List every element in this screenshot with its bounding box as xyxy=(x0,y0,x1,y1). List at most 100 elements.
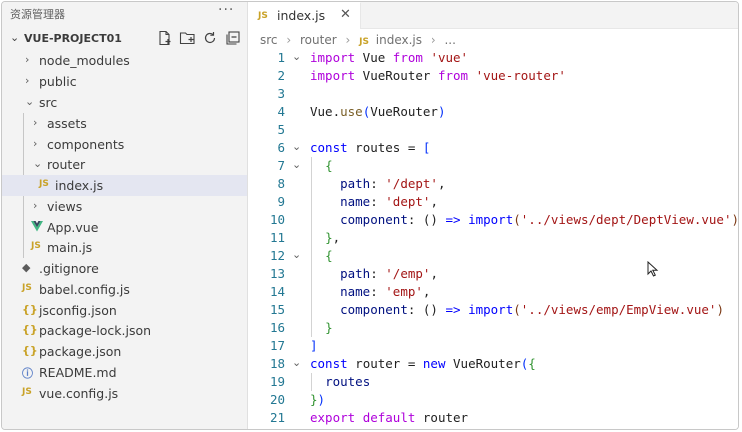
tree-folder-components[interactable]: › components xyxy=(2,134,247,155)
line-number: 5 xyxy=(277,122,285,137)
line-content: const router = new VueRouter({ xyxy=(310,356,536,371)
js-file-icon: JS xyxy=(31,241,41,251)
tree-file-vue-config-js[interactable]: JS vue.config.js xyxy=(2,383,247,404)
line-number: 17 xyxy=(269,338,285,353)
breadcrumb-router[interactable]: router xyxy=(300,33,337,47)
tree-item-label: package-lock.json xyxy=(39,323,152,338)
line-number: 10 xyxy=(269,212,285,227)
code-line: 3 xyxy=(248,85,738,103)
chevron-down-icon: ⌄ xyxy=(25,95,35,108)
tree-file-jsconfig-json[interactable]: {} jsconfig.json xyxy=(2,300,247,321)
line-number: 13 xyxy=(269,266,285,281)
fold-chevron-icon[interactable]: ⌄ xyxy=(292,356,301,369)
line-number: 12 xyxy=(269,248,285,263)
project-name: VUE-PROJECT01 xyxy=(24,32,122,45)
close-icon[interactable]: ✕ xyxy=(340,7,351,22)
tree-item-label: jsconfig.json xyxy=(39,303,117,318)
fold-chevron-icon[interactable]: ⌄ xyxy=(292,158,301,171)
chevron-right-icon: › xyxy=(33,199,38,212)
line-content: ] xyxy=(310,338,318,353)
code-line: 21 export default router xyxy=(248,409,738,427)
line-number: 15 xyxy=(269,302,285,317)
line-number: 9 xyxy=(277,194,285,209)
collapse-all-icon[interactable] xyxy=(225,30,241,46)
code-line: 12 ⌄ { xyxy=(248,247,738,265)
tree-item-label: src xyxy=(39,95,58,110)
code-line: 5 xyxy=(248,121,738,139)
tree-file-index-js[interactable]: JS index.js xyxy=(2,175,247,196)
chevron-down-icon[interactable]: ⌄ xyxy=(10,31,19,44)
tree-folder-src[interactable]: ⌄ src xyxy=(2,92,247,113)
explorer-sidebar: 资源管理器 ··· ⌄ VUE-PROJECT01 › node_modules… xyxy=(2,2,248,429)
code-line: 9 name: 'dept', xyxy=(248,193,738,211)
line-number: 8 xyxy=(277,176,285,191)
tree-item-label: main.js xyxy=(47,240,93,255)
tree-folder-views[interactable]: › views xyxy=(2,196,247,217)
line-content: { xyxy=(325,158,333,173)
breadcrumb-more[interactable]: ... xyxy=(444,33,455,47)
line-content: } xyxy=(325,320,333,335)
tree-file-babel-config-js[interactable]: JS babel.config.js xyxy=(2,279,247,300)
tree-folder-node-modules[interactable]: › node_modules xyxy=(2,50,247,71)
project-root-row[interactable]: ⌄ VUE-PROJECT01 xyxy=(2,28,247,50)
line-content: Vue.use(VueRouter) xyxy=(310,104,446,119)
vue-file-icon xyxy=(31,221,43,232)
tree-folder-assets[interactable]: › assets xyxy=(2,113,247,134)
tree-file-main-js[interactable]: JS main.js xyxy=(2,237,247,258)
mouse-cursor-icon xyxy=(647,261,659,277)
code-line: 8 path: '/dept', xyxy=(248,175,738,193)
chevron-right-icon: › xyxy=(430,33,436,47)
code-editor: JS index.js ✕ src › router › JS index.js… xyxy=(248,2,738,429)
tree-folder-router[interactable]: ⌄ router xyxy=(2,154,247,175)
tree-item-label: public xyxy=(39,74,77,89)
chevron-right-icon: › xyxy=(286,33,292,47)
code-line: 1 ⌄ import Vue from 'vue' xyxy=(248,49,738,67)
tree-file-readme-md[interactable]: ⓘ README.md xyxy=(2,362,247,383)
line-number: 18 xyxy=(269,356,285,371)
line-content: }) xyxy=(310,392,326,407)
code-line: 10 component: () => import('../views/dep… xyxy=(248,211,738,229)
refresh-icon[interactable] xyxy=(202,30,218,46)
line-content: const routes = [ xyxy=(310,140,431,155)
tree-file-gitignore[interactable]: ◆ .gitignore xyxy=(2,258,247,279)
tree-item-label: router xyxy=(47,157,86,172)
breadcrumb: src › router › JS index.js › ... xyxy=(260,33,456,49)
chevron-right-icon: › xyxy=(345,33,351,47)
tab-bar: JS index.js ✕ xyxy=(248,2,738,29)
tree-item-label: node_modules xyxy=(39,53,130,68)
breadcrumb-file[interactable]: index.js xyxy=(376,33,422,47)
code-line: 19 routes xyxy=(248,373,738,391)
line-content: path: '/emp', xyxy=(340,266,438,281)
tree-item-label: babel.config.js xyxy=(39,282,130,297)
breadcrumb-src[interactable]: src xyxy=(260,33,278,47)
js-file-icon: JS xyxy=(22,387,32,397)
info-file-icon: ⓘ xyxy=(22,367,33,380)
js-file-icon: JS xyxy=(22,283,32,293)
tree-item-label: assets xyxy=(47,116,87,131)
code-line: 16 } xyxy=(248,319,738,337)
line-number: 4 xyxy=(277,104,285,119)
tree-file-package-json[interactable]: {} package.json xyxy=(2,341,247,362)
tree-file-app-vue[interactable]: App.vue xyxy=(2,217,247,238)
line-number: 16 xyxy=(269,320,285,335)
tree-folder-public[interactable]: › public xyxy=(2,71,247,92)
code-line: 7 ⌄ { xyxy=(248,157,738,175)
tab-index-js[interactable]: JS index.js ✕ xyxy=(248,2,361,29)
line-number: 3 xyxy=(277,86,285,101)
more-actions-icon[interactable]: ··· xyxy=(218,2,234,18)
chevron-right-icon: › xyxy=(33,116,38,129)
line-number: 7 xyxy=(277,158,285,173)
tree-item-label: README.md xyxy=(39,365,117,380)
line-number: 14 xyxy=(269,284,285,299)
new-file-icon[interactable] xyxy=(157,30,173,46)
fold-chevron-icon[interactable]: ⌄ xyxy=(292,140,301,153)
tree-file-package-lock-json[interactable]: {} package-lock.json xyxy=(2,320,247,341)
code-line: 15 component: () => import('../views/emp… xyxy=(248,301,738,319)
new-folder-icon[interactable] xyxy=(179,30,196,46)
chevron-right-icon: › xyxy=(33,137,38,150)
fold-chevron-icon[interactable]: ⌄ xyxy=(292,50,301,63)
vscode-window: 资源管理器 ··· ⌄ VUE-PROJECT01 › node_modules… xyxy=(1,1,739,430)
fold-chevron-icon[interactable]: ⌄ xyxy=(292,248,301,261)
line-content: import VueRouter from 'vue-router' xyxy=(310,68,566,83)
tree-item-label: index.js xyxy=(55,178,104,193)
